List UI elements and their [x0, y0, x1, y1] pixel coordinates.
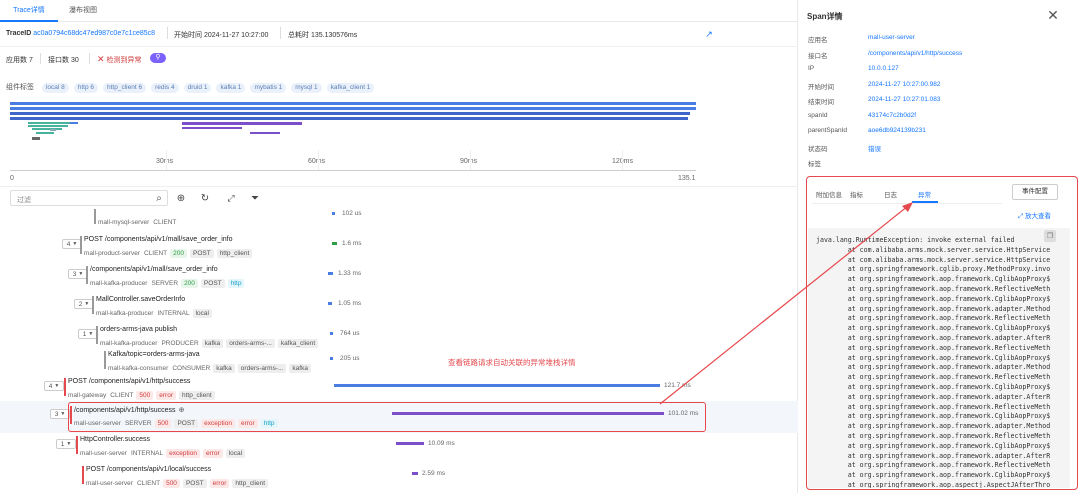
- arrow-head: [902, 202, 913, 212]
- annotation-arrow: [659, 202, 913, 405]
- arrow-line: [659, 205, 909, 405]
